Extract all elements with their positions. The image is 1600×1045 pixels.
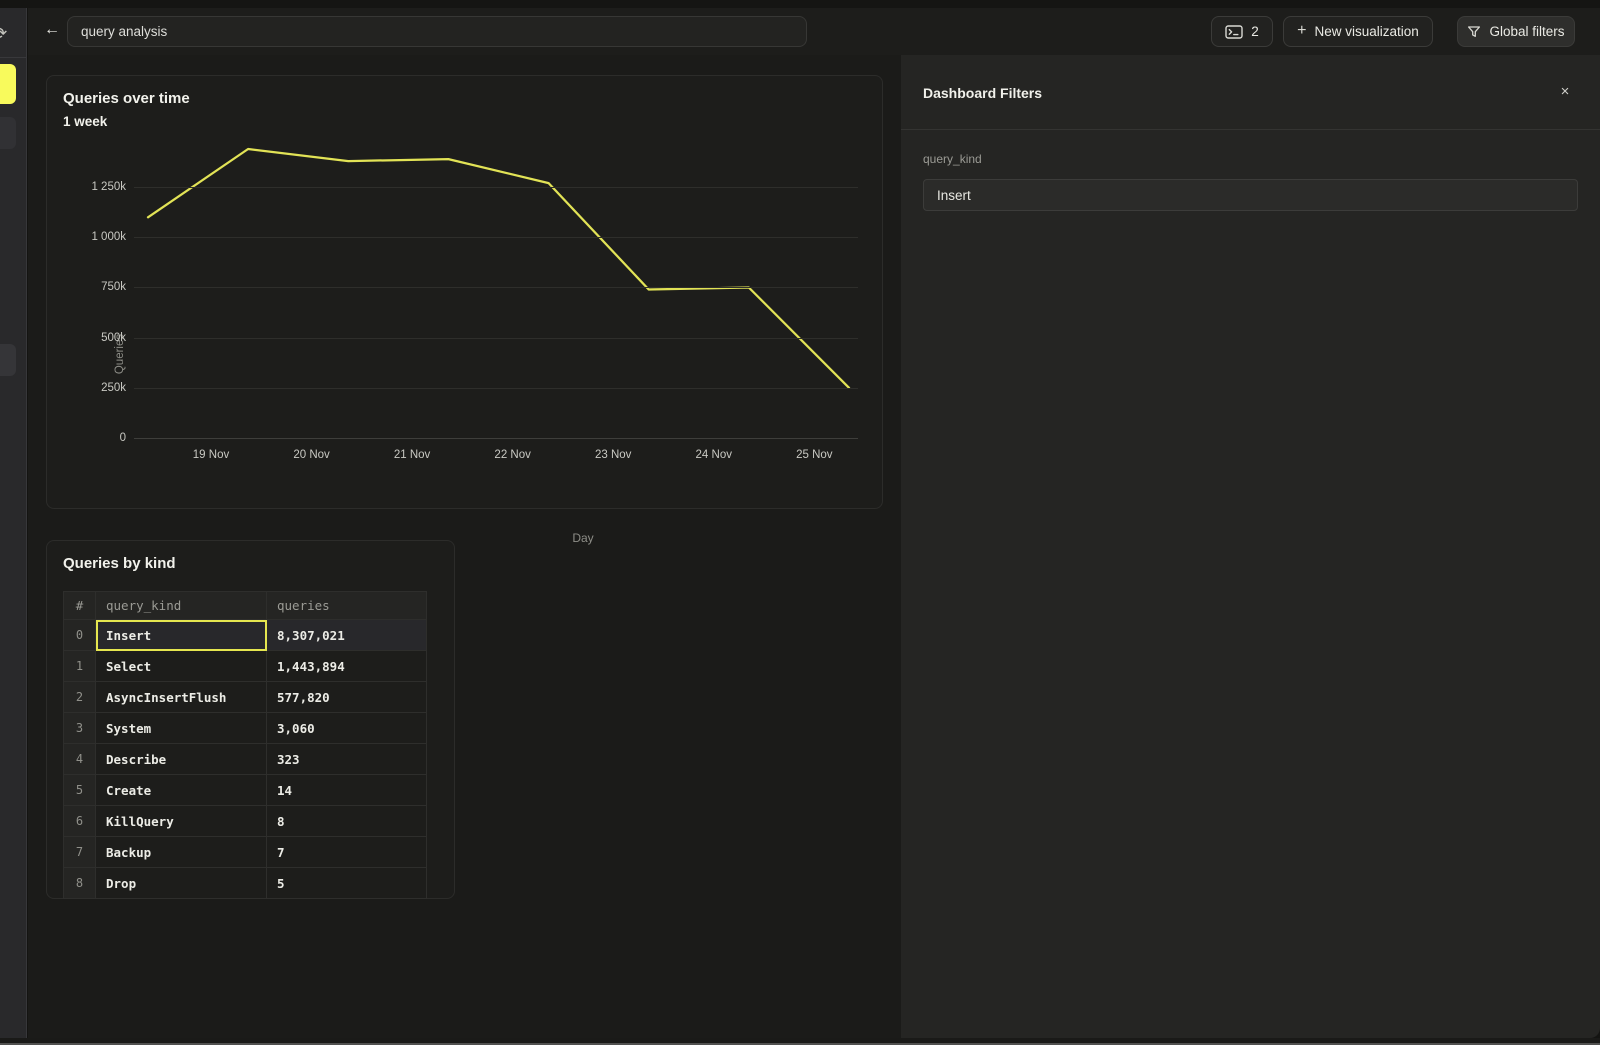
x-tick-label: 22 Nov bbox=[494, 449, 530, 461]
y-tick-label: 0 bbox=[120, 432, 126, 444]
row-index-cell: 1 bbox=[64, 651, 96, 682]
column-header-index: # bbox=[64, 592, 96, 620]
console-count: 2 bbox=[1251, 24, 1259, 39]
chart-subtitle: 1 week bbox=[63, 114, 107, 129]
funnel-icon bbox=[1467, 25, 1481, 39]
table-row: 4Describe323 bbox=[64, 744, 427, 775]
table-row: 0Insert8,307,021 bbox=[64, 620, 427, 651]
queries-count-cell[interactable]: 1,443,894 bbox=[267, 651, 427, 682]
table-row: 7Backup7 bbox=[64, 837, 427, 868]
queries-count-cell[interactable]: 8 bbox=[267, 806, 427, 837]
queries-count-cell[interactable]: 5 bbox=[267, 868, 427, 899]
y-gridline bbox=[134, 438, 858, 439]
close-icon: × bbox=[1561, 83, 1570, 100]
sql-console-button[interactable]: 2 bbox=[1211, 16, 1273, 47]
close-filters-button[interactable]: × bbox=[1552, 78, 1578, 104]
top-bar: ← 2 + New visualization Global filters bbox=[28, 8, 1600, 55]
query-kind-cell[interactable]: Create bbox=[96, 775, 267, 806]
sidebar-divider bbox=[0, 57, 26, 58]
plus-icon: + bbox=[1297, 22, 1306, 40]
row-index-cell: 4 bbox=[64, 744, 96, 775]
global-filters-label: Global filters bbox=[1489, 24, 1564, 39]
console-icon bbox=[1225, 25, 1243, 39]
x-tick-label: 25 Nov bbox=[796, 449, 832, 461]
filter-field-label: query_kind bbox=[923, 152, 982, 166]
query-kind-filter-input[interactable] bbox=[923, 179, 1578, 211]
y-gridline bbox=[134, 287, 858, 288]
queries-count-cell[interactable]: 323 bbox=[267, 744, 427, 775]
y-gridline bbox=[134, 338, 858, 339]
back-button[interactable]: ← bbox=[38, 16, 66, 44]
row-index-cell: 6 bbox=[64, 806, 96, 837]
queries-count-cell[interactable]: 14 bbox=[267, 775, 427, 806]
query-kind-cell[interactable]: Describe bbox=[96, 744, 267, 775]
table-header-row: #query_kindqueries bbox=[64, 592, 427, 620]
queries-count-cell[interactable]: 7 bbox=[267, 837, 427, 868]
y-tick-label: 1 000k bbox=[91, 231, 126, 243]
row-index-cell: 8 bbox=[64, 868, 96, 899]
filters-panel-divider bbox=[901, 129, 1600, 130]
chart-title: Queries over time bbox=[63, 90, 190, 107]
dashboard-title-input[interactable] bbox=[67, 16, 807, 47]
new-visualization-button[interactable]: + New visualization bbox=[1283, 16, 1433, 47]
history-icon[interactable]: ⟳ bbox=[0, 24, 7, 44]
row-index-cell: 2 bbox=[64, 682, 96, 713]
chart-plot-area: Queries Day 0250k500k750k1 000k1 250k19 … bbox=[134, 141, 858, 438]
x-tick-label: 19 Nov bbox=[193, 449, 229, 461]
query-kind-cell[interactable]: Drop bbox=[96, 868, 267, 899]
line-chart-svg bbox=[134, 141, 858, 438]
sidebar-item-2[interactable] bbox=[0, 117, 16, 149]
window-top-strip bbox=[0, 0, 1600, 8]
dashboard-page: ⟳ ← 2 + New visualization Global filters bbox=[0, 0, 1600, 1045]
queries-series-line bbox=[148, 149, 849, 388]
row-index-cell: 0 bbox=[64, 620, 96, 651]
queries-count-cell[interactable]: 3,060 bbox=[267, 713, 427, 744]
query-kind-cell[interactable]: Select bbox=[96, 651, 267, 682]
x-tick-label: 21 Nov bbox=[394, 449, 430, 461]
y-tick-label: 500k bbox=[101, 332, 126, 344]
x-tick-label: 24 Nov bbox=[696, 449, 732, 461]
back-arrow-icon: ← bbox=[44, 21, 60, 39]
new-visualization-label: New visualization bbox=[1315, 24, 1419, 39]
query-kind-cell[interactable]: AsyncInsertFlush bbox=[96, 682, 267, 713]
table-row: 5Create14 bbox=[64, 775, 427, 806]
column-header-queries: queries bbox=[267, 592, 427, 620]
row-index-cell: 3 bbox=[64, 713, 96, 744]
row-index-cell: 5 bbox=[64, 775, 96, 806]
x-axis-label: Day bbox=[572, 531, 593, 545]
filters-panel-title: Dashboard Filters bbox=[923, 85, 1042, 101]
table-row: 8Drop5 bbox=[64, 868, 427, 899]
table-row: 3System3,060 bbox=[64, 713, 427, 744]
y-tick-label: 250k bbox=[101, 382, 126, 394]
y-gridline bbox=[134, 237, 858, 238]
y-tick-label: 750k bbox=[101, 281, 126, 293]
queries-by-kind-card: Queries by kind #query_kindqueries 0Inse… bbox=[46, 540, 455, 899]
y-gridline bbox=[134, 187, 858, 188]
y-gridline bbox=[134, 388, 858, 389]
column-header-query_kind: query_kind bbox=[96, 592, 267, 620]
queries-by-kind-table: #query_kindqueries 0Insert8,307,0211Sele… bbox=[63, 591, 427, 899]
y-tick-label: 1 250k bbox=[91, 181, 126, 193]
left-sidebar: ⟳ bbox=[0, 8, 27, 1038]
query-kind-cell[interactable]: Backup bbox=[96, 837, 267, 868]
window-bottom-strip bbox=[0, 1038, 1600, 1045]
table-row: 6KillQuery8 bbox=[64, 806, 427, 837]
queries-count-cell[interactable]: 8,307,021 bbox=[267, 620, 427, 651]
sidebar-item-3[interactable] bbox=[0, 344, 16, 376]
queries-count-cell[interactable]: 577,820 bbox=[267, 682, 427, 713]
query-kind-cell[interactable]: Insert bbox=[96, 620, 267, 651]
table-row: 2AsyncInsertFlush577,820 bbox=[64, 682, 427, 713]
global-filters-button[interactable]: Global filters bbox=[1457, 16, 1575, 47]
queries-over-time-card: Queries over time 1 week Queries Day 025… bbox=[46, 75, 883, 509]
x-tick-label: 23 Nov bbox=[595, 449, 631, 461]
dashboard-filters-panel: Dashboard Filters query_kind bbox=[901, 55, 1600, 1038]
query-kind-cell[interactable]: System bbox=[96, 713, 267, 744]
row-index-cell: 7 bbox=[64, 837, 96, 868]
table-title: Queries by kind bbox=[63, 555, 176, 572]
table-row: 1Select1,443,894 bbox=[64, 651, 427, 682]
query-kind-cell[interactable]: KillQuery bbox=[96, 806, 267, 837]
sidebar-item-active[interactable] bbox=[0, 64, 16, 104]
x-tick-label: 20 Nov bbox=[293, 449, 329, 461]
